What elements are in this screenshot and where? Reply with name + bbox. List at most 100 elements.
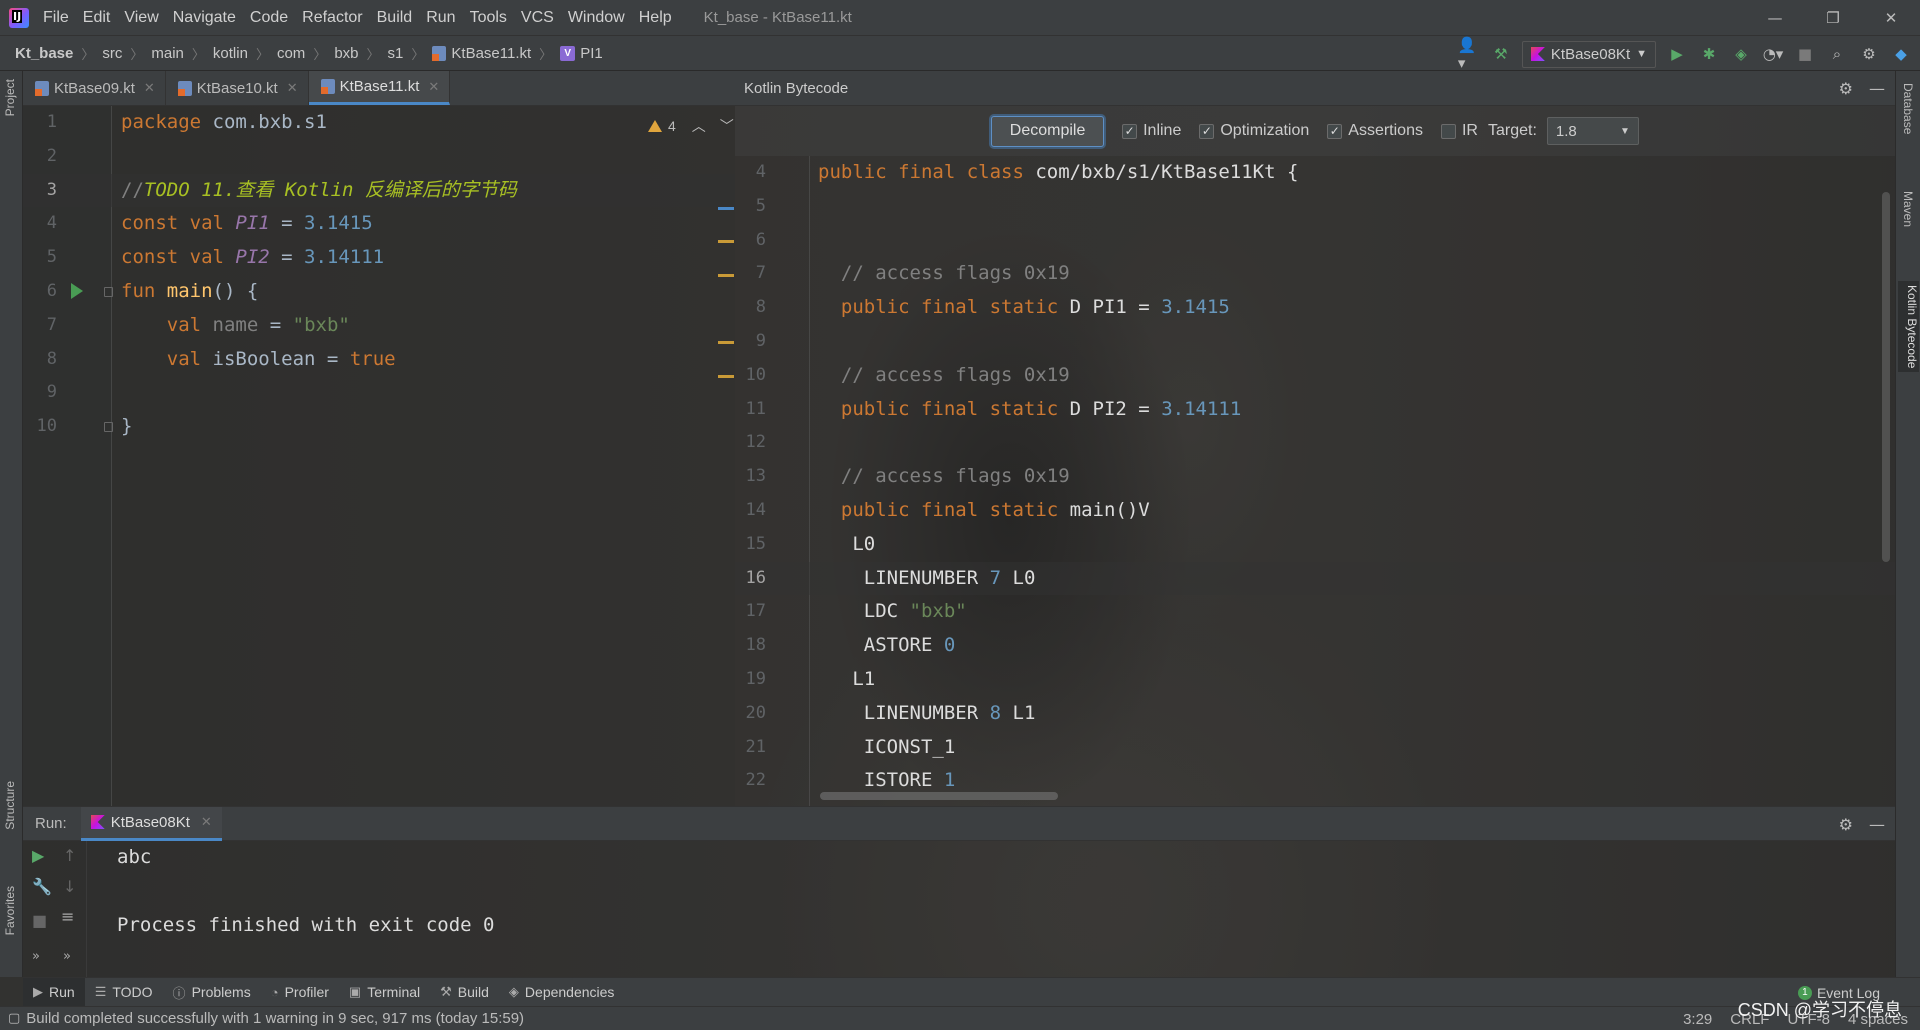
inline-checkbox[interactable]: ✓ Inline — [1122, 122, 1181, 140]
tool-run[interactable]: ▶ Run — [23, 977, 85, 1007]
horizontal-scrollbar[interactable] — [820, 792, 1058, 800]
fold-icon[interactable] — [104, 422, 113, 433]
build-hammer-icon[interactable]: ⚒ — [1490, 43, 1512, 65]
assertions-checkbox[interactable]: ✓ Assertions — [1327, 122, 1423, 140]
menu-edit[interactable]: Edit — [83, 9, 111, 27]
chevron-up-icon[interactable]: ︿ — [692, 116, 706, 136]
soft-wrap-icon[interactable]: ≡ — [61, 907, 74, 926]
minimize-panel-icon[interactable]: — — [1869, 815, 1885, 834]
stop-icon[interactable]: ■ — [1794, 43, 1816, 65]
optimization-checkbox[interactable]: ✓ Optimization — [1199, 122, 1309, 140]
settings-gear-icon[interactable]: ⚙ — [1858, 43, 1880, 65]
tool-label: Dependencies — [524, 984, 615, 1000]
scroll-marker[interactable] — [718, 240, 734, 243]
breadcrumb-project[interactable]: Kt_base — [15, 45, 73, 62]
breadcrumb-file[interactable]: KtBase11.kt — [432, 45, 531, 62]
code-line: 4 const val PI1 = 3.1415 — [23, 207, 735, 241]
coverage-icon[interactable]: ◈ — [1730, 43, 1752, 65]
wrench-icon[interactable]: 🔧 — [32, 877, 52, 896]
more-icon[interactable]: » — [63, 949, 71, 964]
status-panel-icon[interactable]: ▢ — [8, 1011, 20, 1026]
run-gutter-icon[interactable] — [71, 282, 83, 299]
profile-icon[interactable]: ◔▾ — [1762, 43, 1784, 65]
tool-profiler[interactable]: ◔ Profiler — [261, 978, 339, 1007]
more-icon[interactable]: » — [32, 949, 40, 964]
tool-todo[interactable]: ☰ TODO — [85, 978, 163, 1007]
breadcrumb-symbol[interactable]: V PI1 — [560, 45, 603, 62]
inspection-widget[interactable]: 4 ︿ ﹀ — [648, 116, 734, 136]
tab-ktbase10[interactable]: KtBase10.kt ✕ — [166, 71, 309, 105]
minimize-icon[interactable]: — — [1746, 0, 1804, 35]
caret-position[interactable]: 3:29 — [1683, 1011, 1712, 1028]
breadcrumb-bxb[interactable]: bxb — [334, 45, 358, 62]
close-tab-icon[interactable]: ✕ — [287, 80, 298, 96]
kotlin-bytecode-tool-button[interactable]: Kotlin Bytecode — [1898, 281, 1919, 373]
tool-dependencies[interactable]: ◈ Dependencies — [499, 978, 625, 1007]
scroll-marker[interactable] — [718, 207, 734, 210]
tab-ktbase11[interactable]: KtBase11.kt ✕ — [308, 71, 451, 105]
minimize-panel-icon[interactable]: — — [1869, 79, 1885, 98]
menu-run[interactable]: Run — [426, 9, 455, 27]
run-panel-label: Run: — [35, 815, 67, 832]
close-tab-icon[interactable]: ✕ — [201, 814, 212, 830]
breadcrumb-com[interactable]: com — [277, 45, 305, 62]
settings-gear-icon[interactable]: ⚙ — [1839, 815, 1853, 834]
breadcrumb-kotlin[interactable]: kotlin — [213, 45, 248, 62]
bytecode-viewer[interactable]: 4 public final class com/bxb/s1/KtBase11K… — [735, 156, 1895, 806]
run-icon[interactable]: ▶ — [1666, 43, 1688, 65]
user-icon[interactable]: 👤▾ — [1458, 36, 1480, 72]
code-token: } — [121, 415, 133, 438]
console-output[interactable]: abc Process finished with exit code 0 — [117, 841, 495, 942]
tool-problems[interactable]: ⓘ Problems — [163, 978, 261, 1007]
maven-tool-button[interactable]: Maven — [1901, 191, 1915, 227]
close-tab-icon[interactable]: ✕ — [428, 79, 439, 95]
target-select[interactable]: 1.8 ▼ — [1546, 117, 1639, 145]
project-tool-button[interactable]: Project — [3, 79, 17, 116]
menu-build[interactable]: Build — [377, 9, 413, 27]
breadcrumb-src[interactable]: src — [102, 45, 122, 62]
menu-window[interactable]: Window — [568, 9, 625, 27]
menu-refactor[interactable]: Refactor — [302, 9, 362, 27]
favorites-tool-button[interactable]: Favorites — [3, 886, 17, 935]
ir-checkbox[interactable]: IR — [1440, 122, 1478, 140]
menu-code[interactable]: Code — [250, 9, 288, 27]
settings-gear-icon[interactable]: ⚙ — [1839, 79, 1853, 98]
menu-tools[interactable]: Tools — [470, 9, 507, 27]
decompile-button[interactable]: Decompile — [991, 115, 1105, 147]
search-icon[interactable]: ⌕ — [1826, 43, 1848, 65]
menu-help[interactable]: Help — [639, 9, 672, 27]
run-tab[interactable]: KtBase08Kt ✕ — [80, 806, 222, 841]
tool-terminal[interactable]: ▣ Terminal — [339, 978, 430, 1007]
vertical-scrollbar[interactable] — [1882, 192, 1890, 562]
fold-icon[interactable] — [104, 286, 113, 297]
menu-navigate[interactable]: Navigate — [173, 9, 236, 27]
chevron-down-icon[interactable]: ﹀ — [720, 116, 734, 136]
close-tab-icon[interactable]: ✕ — [144, 80, 155, 96]
run-configuration-select[interactable]: KtBase08Kt ▼ — [1521, 40, 1656, 68]
database-tool-button[interactable]: Database — [1901, 83, 1915, 134]
scroll-marker[interactable] — [718, 375, 734, 378]
breadcrumb-s1[interactable]: s1 — [388, 45, 404, 62]
rerun-icon[interactable]: ▶ — [32, 846, 44, 865]
scroll-marker[interactable] — [718, 341, 734, 344]
restore-icon[interactable]: ❐ — [1804, 0, 1862, 35]
tool-build[interactable]: ⚒ Build — [430, 978, 499, 1007]
breadcrumb-main[interactable]: main — [151, 45, 184, 62]
menu-file[interactable]: File — [43, 9, 69, 27]
code-editor[interactable]: 1 package com.bxb.s1 2 3 //TODO 11.查看 Kotl… — [23, 106, 735, 806]
code-token: 1 — [943, 769, 956, 792]
close-window-icon[interactable]: ✕ — [1862, 0, 1920, 35]
arrow-up-icon[interactable]: ↑ — [63, 846, 76, 865]
jetbrains-toolbox-icon[interactable]: ◆ — [1890, 43, 1912, 65]
debug-icon[interactable]: ✱ — [1698, 43, 1720, 65]
scroll-marker[interactable] — [718, 274, 734, 277]
tab-ktbase09[interactable]: KtBase09.kt ✕ — [23, 71, 166, 105]
line-number: 13 — [745, 466, 766, 487]
menu-view[interactable]: View — [124, 9, 158, 27]
stop-icon[interactable]: ■ — [32, 911, 47, 930]
arrow-down-icon[interactable]: ↓ — [63, 877, 76, 896]
structure-tool-button[interactable]: Structure — [3, 781, 17, 830]
menu-vcs[interactable]: VCS — [521, 9, 554, 27]
status-message[interactable]: Build completed successfully with 1 warn… — [26, 1010, 524, 1027]
